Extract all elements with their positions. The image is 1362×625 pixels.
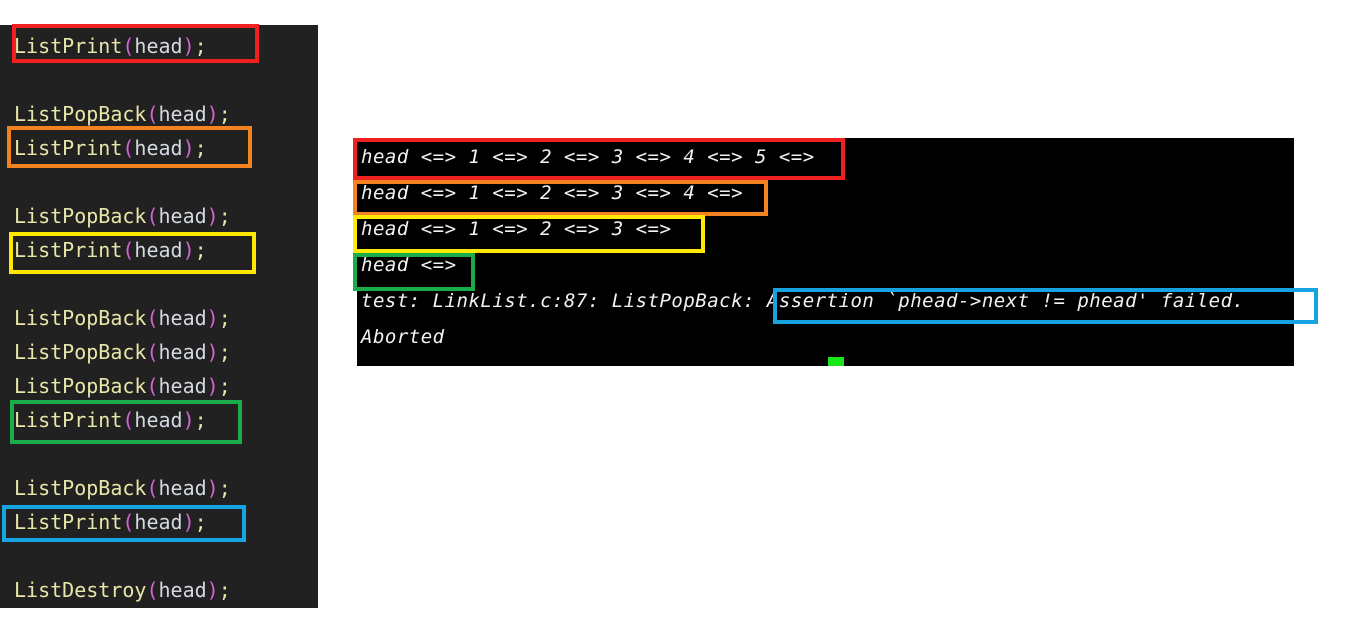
code-token-arg: head	[158, 306, 207, 330]
code-token-open: (	[122, 408, 135, 432]
code-token-open: (	[146, 578, 159, 602]
code-line[interactable]: ListPopBack(head);	[14, 199, 231, 233]
code-token-close: )	[182, 510, 195, 534]
code-line[interactable]: ListPopBack(head);	[14, 369, 231, 403]
code-token-semi: ;	[218, 340, 231, 364]
terminal-line: head <=> 1 <=> 2 <=> 3 <=>	[361, 218, 672, 240]
code-token-close: )	[206, 578, 219, 602]
code-token-semi: ;	[218, 578, 231, 602]
code-token-close: )	[182, 136, 195, 160]
code-token-arg: head	[158, 340, 207, 364]
code-token-close: )	[206, 102, 219, 126]
code-line[interactable]: ListDestroy(head);	[14, 573, 231, 607]
code-token-open: (	[146, 374, 159, 398]
code-token-open: (	[146, 306, 159, 330]
code-token-close: )	[182, 34, 195, 58]
terminal-line: test: LinkList.c:87: ListPopBack: Assert…	[361, 290, 1245, 312]
code-line[interactable]: ListPopBack(head);	[14, 97, 231, 131]
code-token-fn: ListPrint	[14, 510, 123, 534]
code-token-arg: head	[134, 510, 183, 534]
code-token-arg: head	[134, 408, 183, 432]
code-token-fn: ListPrint	[14, 408, 123, 432]
code-token-fn: ListPrint	[14, 34, 123, 58]
code-token-semi: ;	[218, 476, 231, 500]
code-token-arg: head	[158, 578, 207, 602]
terminal-line: head <=> 1 <=> 2 <=> 3 <=> 4 <=> 5 <=>	[361, 146, 815, 168]
code-token-arg: head	[158, 476, 207, 500]
terminal-line: head <=>	[361, 254, 457, 276]
code-token-arg: head	[134, 136, 183, 160]
code-token-fn: ListPopBack	[14, 102, 147, 126]
code-token-semi: ;	[194, 136, 207, 160]
code-line[interactable]: ListPopBack(head);	[14, 335, 231, 369]
code-token-semi: ;	[218, 102, 231, 126]
code-token-fn: ListPopBack	[14, 204, 147, 228]
code-token-close: )	[206, 374, 219, 398]
code-line[interactable]: ListPrint(head);	[14, 233, 207, 267]
code-token-arg: head	[158, 374, 207, 398]
code-token-fn: ListPrint	[14, 136, 123, 160]
code-token-open: (	[146, 476, 159, 500]
terminal-output-panel[interactable]: head <=> 1 <=> 2 <=> 3 <=> 4 <=> 5 <=> he…	[357, 138, 1294, 366]
terminal-cursor	[828, 357, 844, 366]
code-token-semi: ;	[194, 510, 207, 534]
code-token-close: )	[182, 238, 195, 262]
code-token-close: )	[206, 340, 219, 364]
code-token-arg: head	[134, 34, 183, 58]
code-token-open: (	[122, 34, 135, 58]
code-token-open: (	[146, 102, 159, 126]
code-token-semi: ;	[218, 306, 231, 330]
code-line[interactable]: ListPopBack(head);	[14, 301, 231, 335]
code-token-open: (	[146, 340, 159, 364]
terminal-line: Aborted	[361, 326, 445, 348]
code-line[interactable]: ListPrint(head);	[14, 131, 207, 165]
code-line[interactable]: ListPrint(head);	[14, 403, 207, 437]
code-token-close: )	[206, 306, 219, 330]
code-token-arg: head	[158, 204, 207, 228]
code-token-open: (	[122, 510, 135, 534]
code-token-arg: head	[158, 102, 207, 126]
code-token-fn: ListDestroy	[14, 578, 147, 602]
code-line[interactable]: ListPopBack(head);	[14, 471, 231, 505]
code-line[interactable]: ListPrint(head);	[14, 29, 207, 63]
code-token-open: (	[122, 136, 135, 160]
code-token-fn: ListPrint	[14, 238, 123, 262]
code-token-semi: ;	[194, 34, 207, 58]
code-line[interactable]: ListPrint(head);	[14, 505, 207, 539]
code-token-close: )	[206, 476, 219, 500]
code-token-close: )	[182, 408, 195, 432]
code-token-fn: ListPopBack	[14, 476, 147, 500]
code-token-open: (	[122, 238, 135, 262]
code-token-semi: ;	[218, 374, 231, 398]
code-token-semi: ;	[194, 408, 207, 432]
code-token-fn: ListPopBack	[14, 374, 147, 398]
code-token-fn: ListPopBack	[14, 340, 147, 364]
code-token-fn: ListPopBack	[14, 306, 147, 330]
code-token-open: (	[146, 204, 159, 228]
code-token-close: )	[206, 204, 219, 228]
code-token-arg: head	[134, 238, 183, 262]
terminal-line: head <=> 1 <=> 2 <=> 3 <=> 4 <=>	[361, 182, 744, 204]
code-token-semi: ;	[218, 204, 231, 228]
code-editor-panel[interactable]: ListPrint(head); ListPopBack(head); ListPr…	[0, 25, 318, 608]
code-token-semi: ;	[194, 238, 207, 262]
